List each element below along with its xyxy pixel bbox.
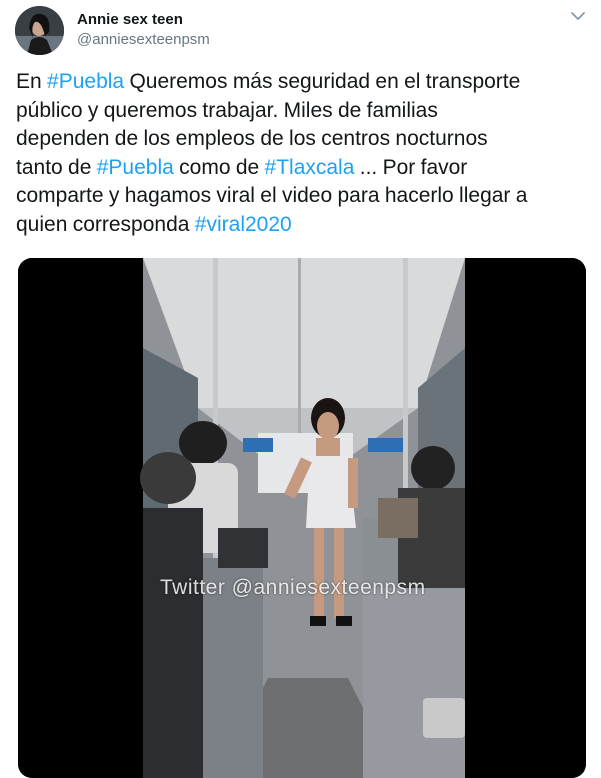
tweet-text-segment: Queremos más seguridad en el transporte [124, 70, 521, 93]
tweet-text-line: dependen de los empleos de los centros n… [16, 125, 588, 154]
tweet-text-segment: público y queremos trabajar. Miles de fa… [16, 98, 438, 122]
tweet-header: Annie sex teen @anniesexteenpsm [0, 0, 601, 60]
video-watermark: Twitter @anniesexteenpsm [160, 576, 426, 599]
tweet-text-line: En #Puebla Queremos más seguridad en el … [16, 68, 588, 97]
tweet-text-segment: dependen de los empleos de los centros n… [16, 127, 488, 151]
video-frame [18, 258, 586, 778]
tweet-video[interactable]: Twitter @anniesexteenpsm [18, 258, 586, 778]
tweet-text-segment: quien corresponda [16, 212, 195, 236]
tweet-text-segment: ... Por favor [354, 155, 468, 179]
hashtag-link[interactable]: #Puebla [97, 156, 174, 179]
tweet-text-segment: En [16, 70, 48, 93]
tweet-text: En #Puebla Queremos más seguridad en el … [16, 68, 588, 240]
chevron-down-icon[interactable] [570, 10, 586, 22]
hashtag-link[interactable]: #Tlaxcala [265, 156, 355, 179]
tweet-text-line: comparte y hagamos viral el video para h… [16, 182, 588, 211]
tweet-text-line: público y queremos trabajar. Miles de fa… [16, 97, 588, 126]
hashtag-link[interactable]: #Puebla [47, 70, 124, 93]
hashtag-link[interactable]: #viral2020 [195, 213, 292, 236]
tweet-text-line: quien corresponda #viral2020 [16, 211, 588, 240]
author-display-name[interactable]: Annie sex teen [77, 11, 183, 28]
author-handle[interactable]: @anniesexteenpsm [77, 31, 210, 48]
tweet-text-line: tanto de #Puebla como de #Tlaxcala ... P… [16, 154, 588, 183]
tweet-text-segment: como de [173, 155, 265, 179]
tweet-text-segment: comparte y hagamos viral el video para h… [16, 184, 528, 208]
avatar[interactable] [15, 6, 64, 55]
tweet-text-segment: tanto de [16, 155, 97, 179]
